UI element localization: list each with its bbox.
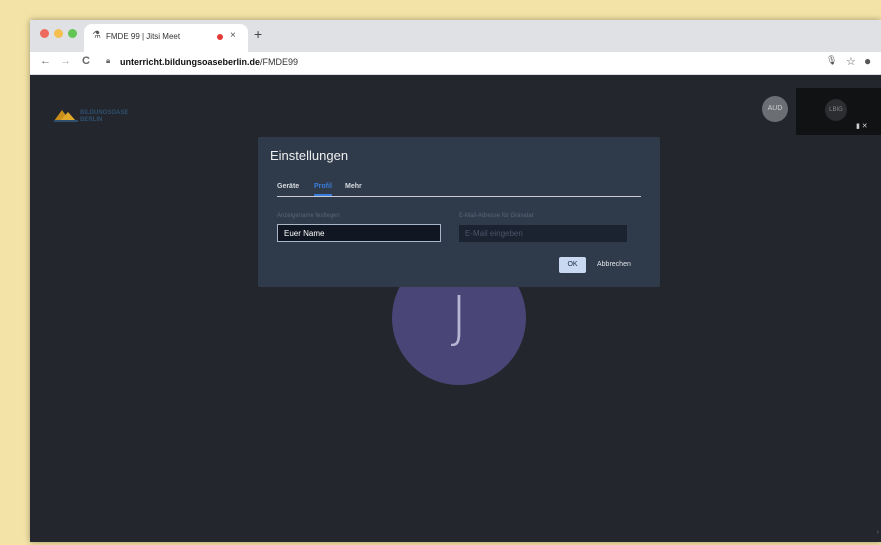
browser-toolbar: ← → C 🔒︎ unterricht.bildungsoaseberlin.d… bbox=[30, 52, 881, 75]
participant-avatar-small[interactable]: AUD bbox=[762, 96, 788, 122]
lock-icon: 🔒︎ bbox=[106, 56, 111, 65]
cancel-button[interactable]: Abbrechen bbox=[597, 261, 631, 268]
window-minimize-button[interactable] bbox=[54, 29, 63, 38]
bildungsoase-logo-icon bbox=[54, 110, 78, 122]
muted-status-icons: ▮ ✕ bbox=[856, 123, 868, 130]
logo-text: BILDUNGSOASE BERLIN bbox=[80, 110, 129, 123]
microphone-icon[interactable]: 🎙︎ bbox=[826, 55, 837, 66]
display-name-label: Anzeigename festlegen bbox=[277, 213, 340, 219]
address-bar[interactable]: 🔒︎ unterricht.bildungsoaseberlin.de/FMDE… bbox=[104, 54, 804, 71]
tab-devices[interactable]: Geräte bbox=[277, 183, 299, 190]
window-maximize-button[interactable] bbox=[68, 29, 77, 38]
email-label: E-Mail-Adresse für Gravatar bbox=[459, 213, 534, 219]
reload-button[interactable]: C bbox=[82, 55, 90, 67]
profile-icon[interactable]: ● bbox=[864, 54, 871, 68]
tab-profile[interactable]: Profil bbox=[314, 183, 332, 196]
tab-strip: ⚗ FMDE 99 | Jitsi Meet × + bbox=[30, 20, 881, 52]
tab-close-icon[interactable]: × bbox=[230, 30, 236, 41]
browser-window: ⚗ FMDE 99 | Jitsi Meet × + ← → C 🔒︎ unte… bbox=[30, 20, 881, 542]
participant-initial: J bbox=[450, 285, 468, 350]
browser-tab[interactable]: ⚗ FMDE 99 | Jitsi Meet × bbox=[84, 24, 248, 52]
recording-indicator-icon bbox=[217, 34, 223, 40]
display-name-input[interactable] bbox=[277, 224, 441, 242]
window-close-button[interactable] bbox=[40, 29, 49, 38]
jitsi-favicon-icon: ⚗ bbox=[92, 30, 101, 41]
meeting-stage: BILDUNGSOASE BERLIN AUD LBIG ▮ ✕ J › Ein… bbox=[30, 75, 881, 542]
settings-dialog: Einstellungen Geräte Profil Mehr Anzeige… bbox=[258, 137, 660, 287]
tab-more[interactable]: Mehr bbox=[345, 183, 362, 190]
bookmark-star-icon[interactable]: ☆ bbox=[846, 55, 856, 68]
dialog-title: Einstellungen bbox=[270, 148, 349, 163]
thumbnail-avatar: LBIG bbox=[825, 99, 847, 121]
forward-button[interactable]: → bbox=[60, 55, 71, 67]
ok-button[interactable]: OK bbox=[559, 257, 586, 273]
new-tab-button[interactable]: + bbox=[254, 26, 262, 42]
url-text: unterricht.bildungsoaseberlin.de/FMDE99 bbox=[120, 57, 299, 67]
back-button[interactable]: ← bbox=[40, 55, 51, 67]
chevron-right-icon[interactable]: › bbox=[876, 527, 879, 536]
local-video-thumbnail[interactable]: LBIG ▮ ✕ bbox=[796, 88, 881, 135]
dialog-tabs: Geräte Profil Mehr bbox=[277, 181, 641, 197]
menu-kebab-icon[interactable]: ⋮ bbox=[877, 55, 881, 68]
email-input[interactable] bbox=[459, 225, 627, 242]
tab-title: FMDE 99 | Jitsi Meet bbox=[106, 32, 181, 41]
